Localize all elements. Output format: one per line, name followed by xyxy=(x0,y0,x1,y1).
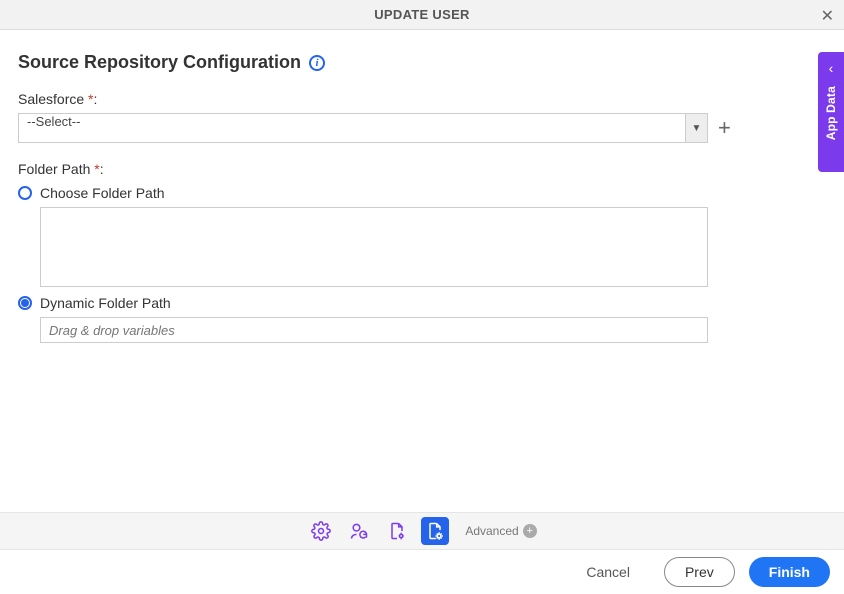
section-title: Source Repository Configuration i xyxy=(18,52,325,73)
dynamic-folder-path-input[interactable] xyxy=(40,317,708,343)
file-gear-active-icon[interactable] xyxy=(421,517,449,545)
salesforce-select-value: --Select-- xyxy=(18,113,708,143)
close-icon[interactable]: ✕ xyxy=(821,6,834,26)
bottom-toolbar: Advanced + xyxy=(0,512,844,550)
radio-icon xyxy=(18,296,32,310)
folder-path-label: Folder Path *: xyxy=(18,161,826,177)
file-gear-icon[interactable] xyxy=(383,517,411,545)
prev-button[interactable]: Prev xyxy=(664,557,735,587)
salesforce-select[interactable]: --Select-- ▼ xyxy=(18,113,708,143)
dropdown-arrow-icon: ▼ xyxy=(685,114,707,142)
folder-path-field: Folder Path *: Choose Folder Path Dynami… xyxy=(18,161,826,343)
info-icon[interactable]: i xyxy=(309,55,325,71)
gear-icon[interactable] xyxy=(307,517,335,545)
salesforce-field: Salesforce *: --Select-- ▼ + xyxy=(18,91,826,143)
dynamic-folder-path-radio[interactable]: Dynamic Folder Path xyxy=(18,295,826,311)
app-data-side-tab[interactable]: ‹ App Data xyxy=(818,52,844,172)
form-content: Source Repository Configuration i Salesf… xyxy=(0,30,844,343)
dialog-header: UPDATE USER ✕ xyxy=(0,0,844,30)
cancel-button[interactable]: Cancel xyxy=(566,557,650,587)
chevron-left-icon: ‹ xyxy=(829,60,834,76)
salesforce-label: Salesforce *: xyxy=(18,91,826,107)
radio-icon xyxy=(18,186,32,200)
choose-folder-path-radio[interactable]: Choose Folder Path xyxy=(18,185,826,201)
side-tab-label: App Data xyxy=(824,86,838,140)
section-title-text: Source Repository Configuration xyxy=(18,52,301,73)
finish-button[interactable]: Finish xyxy=(749,557,830,587)
advanced-toggle[interactable]: Advanced + xyxy=(465,524,536,538)
user-refresh-icon[interactable] xyxy=(345,517,373,545)
choose-folder-path-area[interactable] xyxy=(40,207,708,287)
dialog-title: UPDATE USER xyxy=(374,7,470,22)
add-salesforce-button[interactable]: + xyxy=(718,117,731,139)
advanced-label: Advanced xyxy=(465,524,518,538)
dialog-footer: Cancel Prev Finish xyxy=(0,550,844,594)
plus-circle-icon: + xyxy=(523,524,537,538)
